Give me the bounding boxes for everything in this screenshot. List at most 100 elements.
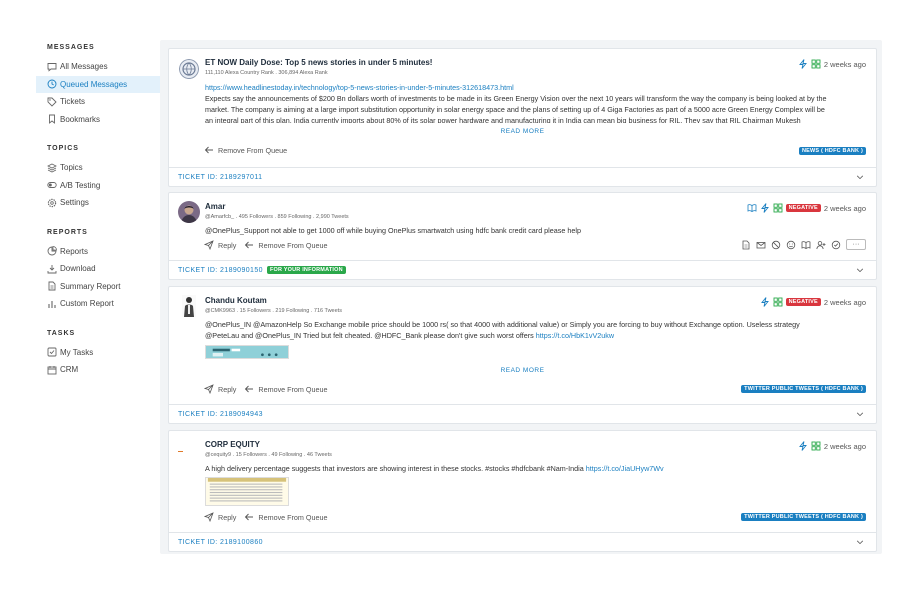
sidebar-item-ab-testing[interactable]: A/B Testing [36,177,160,195]
message-text: A high delivery percentage suggests that… [205,464,586,473]
attached-image[interactable] [205,477,289,506]
smile-icon[interactable] [786,240,796,250]
check-circle-icon[interactable] [831,240,841,250]
message-card: Chandu Koutam @CMK9963 . 15 Followers . … [168,286,877,424]
bolt-icon[interactable] [760,203,770,213]
message-title[interactable]: ET NOW Daily Dose: Top 5 news stories in… [205,58,432,67]
author-name[interactable]: Amar [205,202,225,211]
sentiment-badge: NEGATIVE [785,298,821,306]
bolt-icon[interactable] [760,297,770,307]
pie-chart-icon [47,246,57,256]
reply-button[interactable]: Reply [218,513,236,522]
remove-from-queue-button[interactable]: Remove From Queue [258,241,327,250]
grid-icon[interactable] [811,59,821,69]
card-status: 2 weeks ago [798,59,866,69]
sidebar-item-my-tasks[interactable]: My Tasks [36,344,160,362]
sidebar-item-download[interactable]: Download [36,260,160,278]
arrow-left-icon[interactable] [244,240,254,250]
section-title-messages: MESSAGES [47,44,95,51]
sidebar-item-settings[interactable]: Settings [36,194,160,212]
ticket-footer[interactable]: TICKET ID: 2189090150 FOR YOUR INFORMATI… [169,260,876,279]
message-text: @PeteLau and @OnePlus_IN Tried but felt … [205,331,536,340]
sidebar-item-queued-messages[interactable]: Queued Messages [36,75,160,93]
book-open-icon[interactable] [747,203,757,213]
ticket-id[interactable]: TICKET ID: 2189297011 [178,174,262,181]
bookmark-icon [47,114,57,125]
card-actions: Remove From Queue [204,145,287,155]
calendar-icon [47,365,57,375]
remove-from-queue-button[interactable]: Remove From Queue [258,385,327,394]
bolt-icon[interactable] [798,441,808,451]
tweet-link[interactable]: https://t.co/HbK1vV2ukw [536,331,614,340]
author-name[interactable]: Chandu Koutam [205,296,267,305]
timestamp: 2 weeks ago [823,59,866,69]
send-icon[interactable] [204,240,214,250]
arrow-left-icon[interactable] [204,145,214,155]
sidebar-item-reports[interactable]: Reports [36,243,160,261]
read-more-link[interactable]: READ MORE [169,128,876,135]
sidebar-item-crm[interactable]: CRM [36,361,160,379]
download-icon [47,264,57,274]
toggle-icon [47,180,57,190]
chevron-down-icon[interactable] [856,410,864,418]
send-icon[interactable] [204,384,214,394]
sidebar-item-label: Settings [60,198,89,208]
ticket-id[interactable]: TICKET ID: 2189090150 [178,267,263,274]
sentiment-badge: NEGATIVE [785,204,821,212]
grid-icon[interactable] [811,441,821,451]
sidebar-item-summary-report[interactable]: Summary Report [36,278,160,296]
remove-from-queue-button[interactable]: Remove From Queue [258,513,327,522]
message-meta: 111,110 Alexa Country Rank . 306,894 Ale… [205,70,328,76]
arrow-left-icon[interactable] [244,384,254,394]
message-body: Expects say the announcements of $200 Bn… [205,93,868,123]
block-icon[interactable] [771,240,781,250]
author-name[interactable]: CORP EQUITY [205,440,260,449]
sidebar-item-label: Tickets [60,97,86,107]
reply-button[interactable]: Reply [218,241,236,250]
sidebar-item-label: All Messages [60,62,108,72]
article-link[interactable]: https://www.headlinestoday.in/technology… [205,82,514,93]
book-open-icon[interactable] [801,240,811,250]
sidebar-item-custom-report[interactable]: Custom Report [36,295,160,313]
ticket-footer[interactable]: TICKET ID: 2189094943 [169,404,876,423]
sidebar-item-topics[interactable]: Topics [36,159,160,177]
author-meta: @CMK9963 . 15 Followers . 219 Following … [205,308,342,314]
send-icon[interactable] [204,512,214,522]
chevron-down-icon[interactable] [856,173,864,181]
timestamp: 2 weeks ago [823,203,866,213]
chevron-down-icon[interactable] [856,538,864,546]
ticket-id[interactable]: TICKET ID: 2189094943 [178,411,263,418]
attached-image[interactable] [205,345,289,359]
sidebar-item-label: Queued Messages [60,79,128,89]
message-text-line: an integral part of this plan. India cur… [205,116,801,123]
sidebar-item-all-messages[interactable]: All Messages [36,58,160,76]
document-icon[interactable] [741,240,751,250]
read-more-link[interactable]: READ MORE [169,367,876,374]
sidebar-item-label: Summary Report [60,281,121,291]
chevron-down-icon[interactable] [856,266,864,274]
remove-from-queue-button[interactable]: Remove From Queue [218,146,287,155]
mail-icon[interactable] [756,240,766,250]
document-icon [47,281,57,291]
checkbox-icon [47,347,57,357]
sidebar-item-label: CRM [60,365,79,375]
more-options-button[interactable]: ··· [846,239,866,250]
grid-icon[interactable] [773,203,783,213]
sidebar-item-bookmarks[interactable]: Bookmarks [36,111,160,129]
sidebar-item-tickets[interactable]: Tickets [36,93,160,111]
avatar [178,444,200,452]
bolt-icon[interactable] [798,59,808,69]
add-user-icon[interactable] [816,240,826,250]
arrow-left-icon[interactable] [244,512,254,522]
reply-button[interactable]: Reply [218,385,236,394]
source-tag: TWITTER PUBLIC TWEETS ( HDFC BANK ) [741,513,866,521]
card-actions: Reply Remove From Queue [204,512,328,522]
timestamp: 2 weeks ago [823,441,866,451]
ticket-footer[interactable]: TICKET ID: 2189100860 [169,532,876,551]
message-text-line: A high delivery percentage suggests that… [205,463,664,474]
grid-icon[interactable] [773,297,783,307]
ticket-footer[interactable]: TICKET ID: 2189297011 [169,167,876,186]
sidebar-item-label: My Tasks [60,347,94,357]
ticket-id[interactable]: TICKET ID: 2189100860 [178,539,263,546]
tweet-link[interactable]: https://t.co/JiaUHyw7Wv [586,464,664,473]
